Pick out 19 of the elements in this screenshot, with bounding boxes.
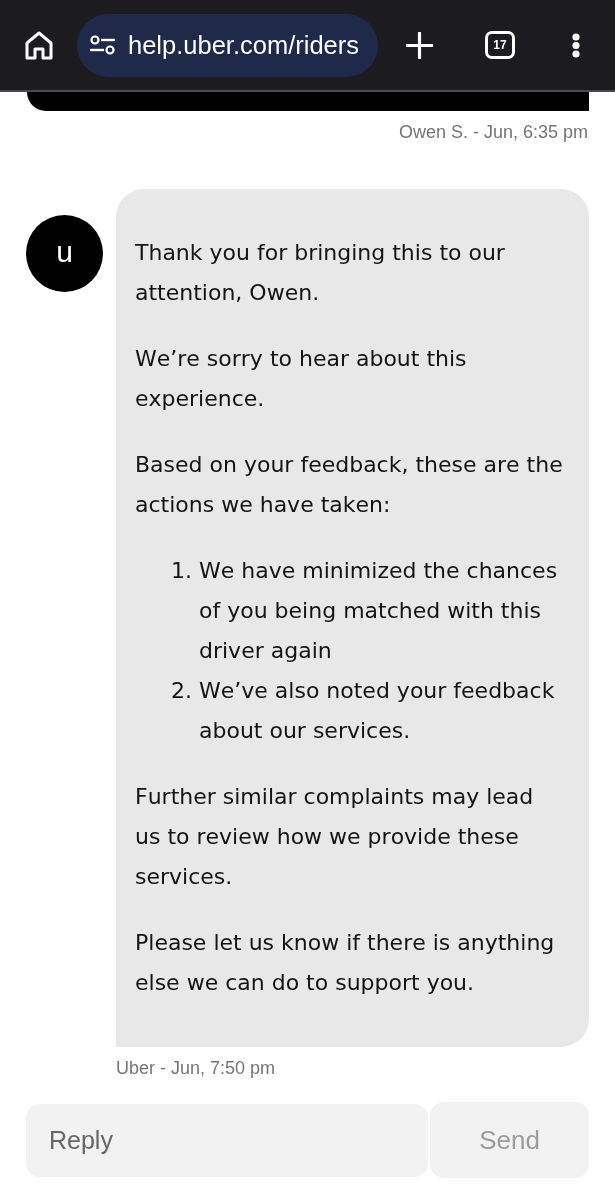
plus-icon[interactable] xyxy=(406,31,433,59)
reply-field[interactable]: Reply xyxy=(26,1104,428,1177)
message-paragraph: Thank you for bringing this to our attention, Owen. xyxy=(135,239,506,307)
tab-switcher-button[interactable]: 17 xyxy=(485,31,515,59)
message-paragraph: Further similar complaints may lead us to review how we provide these services. xyxy=(135,783,535,891)
home-icon[interactable] xyxy=(25,30,53,60)
address-bar[interactable]: help.uber.com/riders xyxy=(77,13,378,77)
message-paragraph: Based on your feedback, these are the actions we have taken: xyxy=(135,451,564,519)
list-number: 2. xyxy=(170,677,193,705)
list-number: 1. xyxy=(170,557,193,585)
message-paragraph: Please let us know if there is anything else we can do to support you. xyxy=(135,929,556,997)
more-menu-icon[interactable] xyxy=(572,32,580,58)
message-meta: Uber - Jun, 7:50 pm xyxy=(116,1058,276,1078)
avatar: u xyxy=(26,215,103,292)
list-item-text: We’ve also noted your feedback about our services. xyxy=(199,677,556,745)
tune-icon[interactable] xyxy=(90,35,115,55)
list-item-text: We have minimized the chances of you being matched with this driver again xyxy=(199,557,559,665)
message-paragraph: We’re sorry to hear about this experience. xyxy=(135,345,468,413)
message-meta: Owen S. - Jun, 6:35 pm xyxy=(398,122,588,142)
